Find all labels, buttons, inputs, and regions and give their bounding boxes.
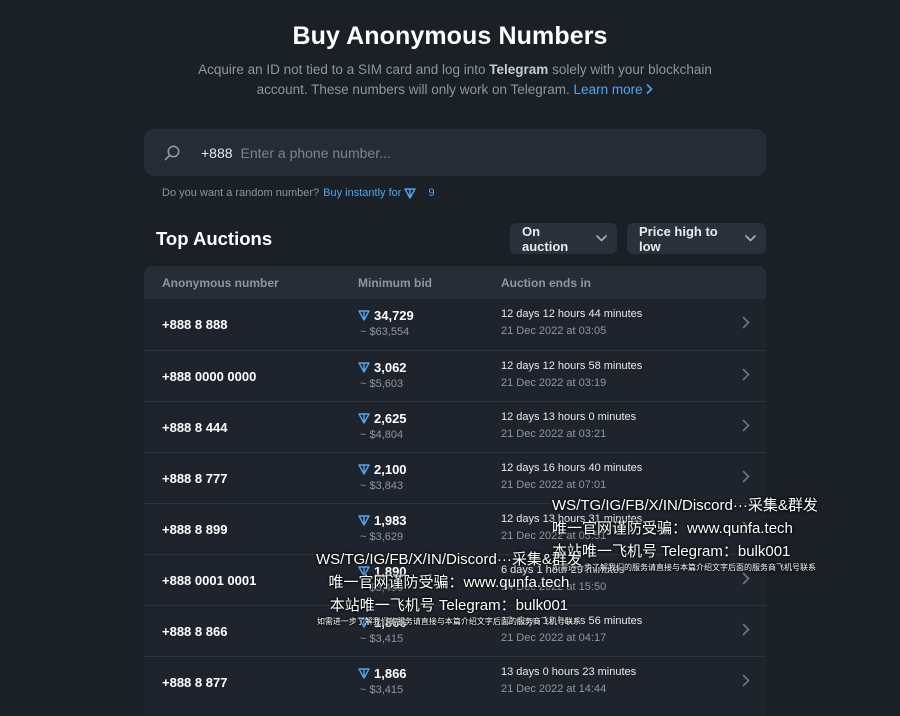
bid-usd-value: ~ $3,629 <box>360 531 404 543</box>
anonymous-number: +888 8 899 <box>162 522 228 537</box>
auction-ends: 12 days 16 hours 40 minutes 21 Dec 2022 a… <box>501 462 642 491</box>
auction-ends-date: 21 Dec 2022 at 03:05 <box>501 325 607 337</box>
chevron-right-icon <box>742 316 750 334</box>
ton-icon <box>358 464 370 475</box>
chevron-right-icon <box>742 368 750 386</box>
anonymous-number: +888 8 444 <box>162 420 228 435</box>
ton-icon <box>358 413 370 424</box>
bid-usd-value: ~ $3,415 <box>360 684 404 696</box>
page-title: Buy Anonymous Numbers <box>292 22 608 50</box>
anonymous-number: +888 8 777 <box>162 471 228 486</box>
table-row[interactable]: +888 0000 0000 3,062 ~ $5,603 12 days 12 ho… <box>144 350 766 401</box>
chevron-right-icon <box>647 84 653 94</box>
minimum-bid: 2,100 ~ $3,843 <box>358 462 407 492</box>
chevron-right-icon <box>742 470 750 488</box>
auction-ends-date: 21 Dec 2022 at 03:19 <box>501 377 607 389</box>
watermark-line: 唯一官网谨防受骗：www.qunfa.tech <box>328 574 570 591</box>
bid-ton-value: 1,983 <box>374 513 407 528</box>
random-number-line: Do you want a random number? Buy instant… <box>162 187 435 199</box>
auction-ends-date: 21 Dec 2022 at 04:17 <box>501 632 607 644</box>
chevron-right-icon <box>742 419 750 437</box>
section-title: Top Auctions <box>156 228 273 249</box>
search-bar[interactable]: +888 <box>144 129 766 176</box>
ton-icon <box>404 187 417 199</box>
chevron-right-icon <box>742 674 750 692</box>
watermark-line: 本站唯一飞机号 Telegram：bulk001 <box>552 543 791 560</box>
auction-ends: 12 days 13 hours 0 minutes 21 Dec 2022 at… <box>501 411 636 440</box>
bid-ton-value: 1,866 <box>374 666 407 681</box>
auction-ends-relative: 12 days 13 hours 0 minutes <box>501 411 637 423</box>
auction-ends: 12 days 12 hours 58 minutes 21 Dec 2022 a… <box>501 360 642 389</box>
bid-ton-value: 2,100 <box>374 462 407 477</box>
anonymous-number: +888 8 866 <box>162 624 228 639</box>
buy-random-label: Buy instantly for <box>323 187 402 199</box>
minimum-bid: 3,062 ~ $5,603 <box>358 360 407 390</box>
watermark-line: WS/TG/IG/FB/X/IN/Discord···采集&群发 <box>316 551 582 568</box>
chevron-right-icon <box>742 572 750 590</box>
watermark-line: 如需进一步了解我们的服务请直接与本篇介绍文字后面的服务商飞机号联系 <box>316 617 581 626</box>
column-header-number: Anonymous number <box>162 276 279 290</box>
watermark-overlay: WS/TG/IG/FB/X/IN/Discord···采集&群发 唯一官网谨防受… <box>552 494 818 573</box>
table-row[interactable]: +888 8 877 1,866 ~ $3,415 13 days 0 hours 2… <box>144 656 766 707</box>
auction-ends-relative: 12 days 12 hours 58 minutes <box>501 360 643 372</box>
search-icon <box>162 143 182 163</box>
chevron-down-icon <box>596 235 607 242</box>
bid-usd-value: ~ $5,603 <box>360 378 404 390</box>
ton-icon <box>358 515 370 526</box>
bid-ton-value: 34,729 <box>374 308 414 323</box>
subtitle-text: Acquire an ID not tied to a SIM card and… <box>198 62 490 77</box>
bid-ton-value: 3,062 <box>374 360 407 375</box>
auctions-table: Anonymous number Minimum bid Auction end… <box>144 266 766 716</box>
random-number-question: Do you want a random number? <box>162 187 320 199</box>
auction-ends-date: 21 Dec 2022 at 14:44 <box>501 683 607 695</box>
anonymous-number: +888 8 877 <box>162 675 228 690</box>
watermark-overlay: WS/TG/IG/FB/X/IN/Discord···采集&群发 唯一官网谨防受… <box>316 548 582 627</box>
bid-usd-value: ~ $63,554 <box>360 326 410 338</box>
buy-random-link[interactable]: Buy instantly for <box>323 187 417 199</box>
bid-usd-value: ~ $4,804 <box>360 429 404 441</box>
phone-number-input[interactable] <box>240 137 766 168</box>
anonymous-number: +888 8 888 <box>162 317 228 332</box>
status-filter-dropdown[interactable]: On auction <box>510 223 617 254</box>
subtitle-telegram: Telegram <box>489 62 549 77</box>
watermark-line: WS/TG/IG/FB/X/IN/Discord···采集&群发 <box>552 497 818 514</box>
minimum-bid: 1,983 ~ $3,629 <box>358 513 407 543</box>
table-row[interactable]: +888 8 444 2,625 ~ $4,804 12 days 13 hours … <box>144 401 766 452</box>
random-number-price: 9 <box>428 187 435 199</box>
bid-ton-value: 2,625 <box>374 411 407 426</box>
ton-icon <box>358 310 370 321</box>
auction-ends-relative: 12 days 12 hours 44 minutes <box>501 308 643 320</box>
auction-ends-date: 21 Dec 2022 at 07:01 <box>501 479 607 491</box>
sort-dropdown[interactable]: Price high to low <box>627 223 766 254</box>
table-header: Anonymous number Minimum bid Auction end… <box>144 266 766 299</box>
minimum-bid: 1,866 ~ $3,415 <box>358 666 407 696</box>
phone-prefix: +888 <box>201 144 233 161</box>
watermark-line: 如需进一步了解我们的服务请直接与本篇介绍文字后面的服务商飞机号联系 <box>552 563 816 572</box>
chevron-right-icon <box>742 623 750 641</box>
auction-ends-relative: 13 days 0 hours 23 minutes <box>501 666 637 678</box>
chevron-down-icon <box>745 235 756 242</box>
anonymous-number: +888 0000 0000 <box>162 369 257 384</box>
learn-more-link[interactable]: Learn more <box>574 82 654 97</box>
auction-ends: 13 days 0 hours 23 minutes 21 Dec 2022 at… <box>501 666 636 695</box>
table-row[interactable]: +888 8 888 34,729 ~ $63,554 12 days 12 hour… <box>144 299 766 350</box>
page-subtitle: Acquire an ID not tied to a SIM card and… <box>190 60 720 100</box>
watermark-line: 唯一官网谨防受骗：www.qunfa.tech <box>552 520 793 537</box>
auction-ends-relative: 12 days 16 hours 40 minutes <box>501 462 643 474</box>
watermark-line: 本站唯一飞机号 Telegram：bulk001 <box>329 597 569 614</box>
bid-usd-value: ~ $3,415 <box>360 633 404 645</box>
column-header-ends: Auction ends in <box>501 276 591 290</box>
ton-icon <box>358 362 370 373</box>
sort-label: Price high to low <box>639 223 718 254</box>
minimum-bid: 34,729 ~ $63,554 <box>358 308 414 338</box>
minimum-bid: 2,625 ~ $4,804 <box>358 411 407 441</box>
bid-usd-value: ~ $3,843 <box>360 480 404 492</box>
status-filter-label: On auction <box>522 223 569 254</box>
auction-ends: 12 days 12 hours 44 minutes 21 Dec 2022 a… <box>501 308 642 337</box>
anonymous-number: +888 0001 0001 <box>162 573 257 588</box>
column-header-bid: Minimum bid <box>358 276 432 290</box>
learn-more-label: Learn more <box>573 82 643 97</box>
ton-icon <box>358 668 370 679</box>
auction-ends-date: 21 Dec 2022 at 03:21 <box>501 428 607 440</box>
